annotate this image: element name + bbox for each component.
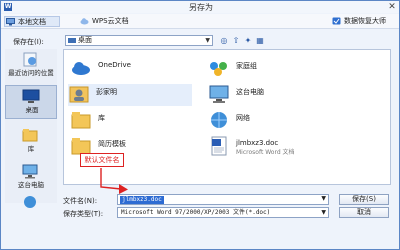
source-toolbar: 本地文档 WPS云文档 数据恢复大师 — [1, 14, 399, 29]
file-name: 彭家明 — [96, 88, 117, 96]
close-icon[interactable]: ✕ — [387, 2, 397, 12]
place-computer[interactable]: 这台电脑 — [5, 161, 57, 195]
file-name: 简历模板 — [98, 140, 126, 148]
dialog-title: 另存为 — [189, 3, 213, 12]
list-item[interactable]: 网络 — [208, 110, 328, 132]
new-folder-icon[interactable]: ✦ — [243, 36, 253, 46]
list-item[interactable]: 库 — [70, 110, 190, 132]
save-as-dialog: W 另存为 ✕ 本地文档 WPS云文档 数据恢复大师 保存在(I): 桌面 ▼ … — [0, 0, 400, 250]
tab-wps-cloud[interactable]: WPS云文档 — [79, 16, 139, 27]
place-label: 桌面 — [25, 106, 39, 114]
network-icon — [24, 196, 36, 208]
place-desktop[interactable]: 桌面 — [5, 85, 57, 119]
computer-icon — [22, 164, 38, 179]
tab-wps-cloud-label: WPS云文档 — [92, 17, 129, 25]
desktop-folder-icon — [68, 38, 76, 43]
chevron-down-icon: ▼ — [321, 209, 326, 216]
network-icon — [211, 112, 227, 128]
filename-value: jlmbxz3.doc — [120, 196, 164, 204]
default-filename-annotation: 默认文件名 — [80, 153, 124, 167]
filetype-dropdown[interactable]: Microsoft Word 97/2000/XP/2003 文件(*.doc)… — [117, 207, 329, 218]
save-in-value: 桌面 — [78, 36, 92, 44]
list-item[interactable]: 彭家明 — [68, 84, 192, 106]
user-icon — [69, 86, 89, 103]
recent-icon — [23, 52, 37, 67]
file-name: 家庭组 — [236, 62, 257, 70]
place-library[interactable]: 库 — [5, 125, 57, 159]
place-recent[interactable]: 最近访问的位置 — [5, 49, 57, 83]
view-menu-icon[interactable]: ▦ — [255, 36, 265, 46]
save-in-label: 保存在(I): — [13, 38, 44, 46]
file-type: Microsoft Word 文档 — [236, 149, 295, 156]
data-recovery-label: 数据恢复大师 — [344, 17, 386, 25]
computer-icon — [6, 18, 15, 26]
list-item[interactable]: 家庭组 — [208, 58, 328, 80]
place-label: 库 — [27, 145, 35, 153]
tab-local-docs-label: 本地文档 — [18, 18, 46, 26]
filename-label: 文件名(N): — [63, 197, 98, 205]
place-label: 最近访问的位置 — [8, 69, 54, 77]
filename-field[interactable]: jlmbxz3.doc ▼ — [117, 194, 329, 205]
place-label: 这台电脑 — [18, 181, 44, 189]
cancel-button[interactable]: 取消 — [339, 207, 389, 218]
file-name: jlmbxz3.doc — [236, 139, 279, 147]
data-recovery-button[interactable]: 数据恢复大师 — [331, 16, 397, 27]
desktop-icon — [22, 89, 40, 103]
file-name: 网络 — [236, 114, 250, 122]
cloud-icon — [80, 18, 89, 25]
file-name: 这台电脑 — [236, 88, 264, 96]
title-bar: W 另存为 ✕ — [1, 1, 399, 13]
word-doc-icon — [211, 136, 227, 156]
list-item[interactable]: 这台电脑 — [208, 84, 328, 106]
place-network[interactable] — [5, 196, 57, 208]
places-sidebar: 最近访问的位置 桌面 库 这台电脑 — [5, 49, 57, 208]
tab-local-docs[interactable]: 本地文档 — [4, 16, 60, 27]
save-button[interactable]: 保存(S) — [339, 194, 389, 205]
list-item[interactable]: OneDrive — [70, 58, 190, 80]
recovery-icon — [332, 17, 341, 25]
computer-icon — [209, 85, 229, 103]
file-name: 库 — [98, 114, 105, 122]
annotation-arrow-icon — [100, 168, 128, 194]
navigation-icons: ◎ ⇧ ✦ ▦ — [219, 36, 267, 46]
chevron-down-icon: ▼ — [205, 37, 210, 44]
homegroup-icon — [210, 62, 227, 76]
library-icon — [71, 112, 91, 129]
library-icon — [22, 129, 38, 142]
wps-app-icon: W — [4, 3, 12, 11]
save-in-dropdown[interactable]: 桌面 ▼ — [65, 35, 213, 46]
chevron-down-icon[interactable]: ▼ — [321, 195, 326, 202]
onedrive-icon — [72, 62, 90, 75]
up-folder-icon[interactable]: ⇧ — [231, 36, 241, 46]
list-item[interactable]: jlmbxz3.doc Microsoft Word 文档 — [208, 136, 338, 158]
filetype-value: Microsoft Word 97/2000/XP/2003 文件(*.doc) — [121, 209, 271, 216]
file-name: OneDrive — [98, 61, 131, 69]
back-icon[interactable]: ◎ — [219, 36, 229, 46]
filetype-label: 保存类型(T): — [63, 210, 104, 218]
